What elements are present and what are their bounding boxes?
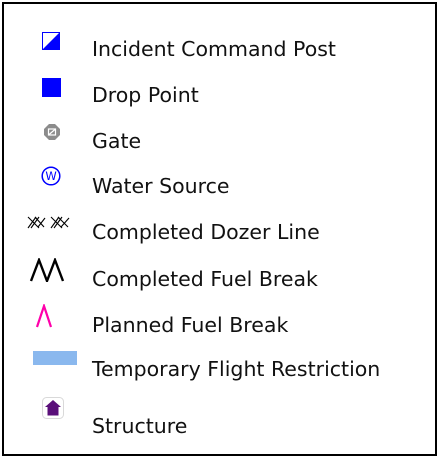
completed-dozer-line-icon bbox=[26, 213, 72, 231]
temporary-flight-restriction-icon bbox=[33, 350, 77, 366]
drop-point-icon bbox=[40, 76, 62, 98]
legend-label-structure: Structure bbox=[92, 414, 188, 438]
legend-item-structure: Structure bbox=[4, 396, 435, 438]
legend-item-temporary-flight-restriction: Temporary Flight Restriction bbox=[4, 347, 435, 387]
legend-item-gate: Gate bbox=[4, 120, 435, 160]
legend-item-water-source: W Water Source bbox=[4, 165, 435, 205]
gate-icon bbox=[41, 121, 63, 143]
legend-label-incident-command-post: Incident Command Post bbox=[92, 37, 336, 61]
completed-fuel-break-icon bbox=[28, 257, 68, 283]
legend-label-completed-fuel-break: Completed Fuel Break bbox=[92, 267, 318, 291]
legend-item-completed-dozer-line: Completed Dozer Line bbox=[4, 211, 435, 251]
legend-item-drop-point: Drop Point bbox=[4, 74, 435, 114]
legend-label-planned-fuel-break: Planned Fuel Break bbox=[92, 313, 289, 337]
legend-item-completed-fuel-break: Completed Fuel Break bbox=[4, 257, 435, 297]
legend-item-incident-command-post: Incident Command Post bbox=[4, 28, 435, 68]
legend-label-temporary-flight-restriction: Temporary Flight Restriction bbox=[92, 357, 381, 381]
water-source-icon: W bbox=[40, 165, 62, 187]
legend-label-completed-dozer-line: Completed Dozer Line bbox=[92, 220, 320, 244]
legend-item-planned-fuel-break: Planned Fuel Break bbox=[4, 303, 435, 343]
incident-command-post-icon bbox=[40, 30, 62, 52]
legend-label-gate: Gate bbox=[92, 129, 142, 153]
structure-icon bbox=[41, 396, 65, 420]
planned-fuel-break-icon bbox=[32, 303, 56, 329]
legend-label-water-source: Water Source bbox=[92, 174, 230, 198]
map-legend: Incident Command Post Drop Point Gate W bbox=[2, 2, 437, 456]
legend-label-drop-point: Drop Point bbox=[92, 83, 199, 107]
svg-text:W: W bbox=[45, 169, 56, 183]
